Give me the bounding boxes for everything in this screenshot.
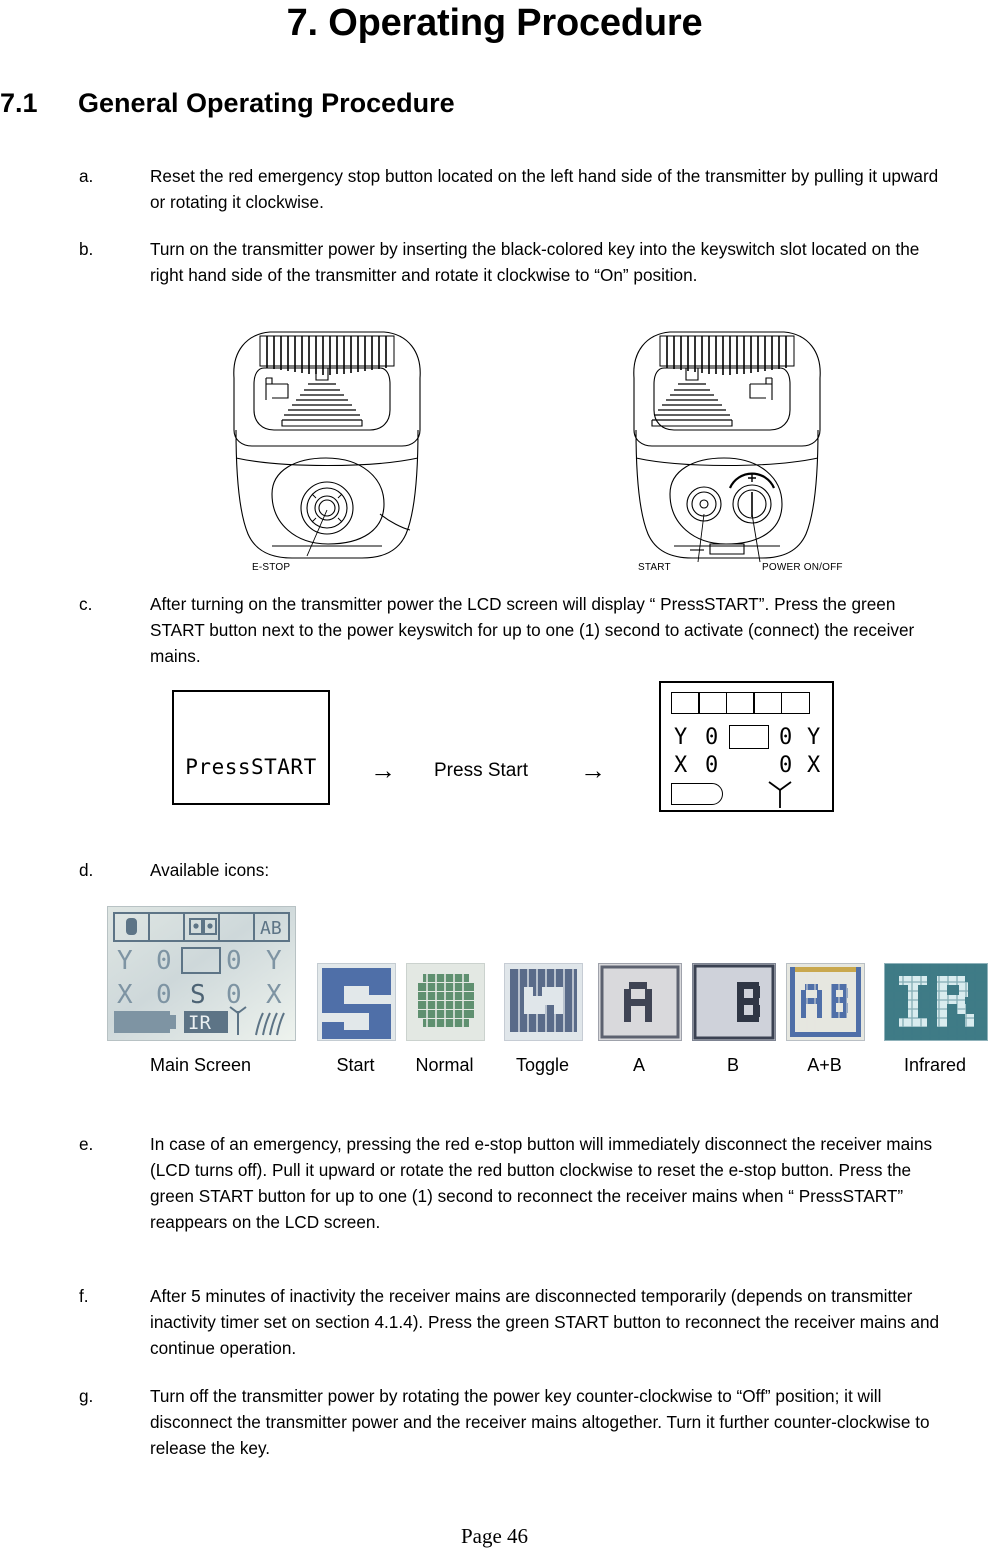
toggle-drawing: [505, 964, 582, 1040]
list-item-text: After 5 minutes of inactivity the receiv…: [150, 1286, 940, 1358]
icon-caption-start: Start: [336, 1055, 375, 1075]
flow-arrow-1: →: [370, 755, 396, 785]
lcd-status-cell: [780, 692, 810, 714]
lcd-status-cell: [753, 692, 783, 714]
list-item-letter: a.: [79, 166, 94, 186]
lcd-label-x-right: X: [807, 753, 821, 778]
lcd-label-y-right: Y: [807, 725, 821, 750]
lcd-main-screen-drawing: AB Y 0 0 Y X 0 S 0 X IR: [113, 912, 290, 1036]
label-e-stop: E-STOP: [252, 562, 291, 573]
ir-icon: [884, 963, 988, 1041]
list-item-letter: b.: [79, 239, 94, 259]
section-title: General Operating Procedure: [78, 88, 455, 118]
icon-caption-ab: A+B: [807, 1055, 842, 1075]
svg-text:AB: AB: [260, 918, 282, 939]
list-item-letter: f.: [79, 1286, 89, 1306]
start-s-icon: [317, 963, 396, 1041]
antenna-icon: [765, 781, 795, 814]
lcd-status-cell: [698, 692, 728, 714]
list-item-text: Reset the red emergency stop button loca…: [150, 166, 939, 212]
icon-caption-toggle: Toggle: [515, 1055, 570, 1075]
transmitter-right-view-figure: [612, 318, 842, 568]
transmitter-left-drawing: [233, 331, 421, 559]
page-footer: Page 46: [460, 1524, 529, 1548]
svg-text:Y: Y: [266, 946, 282, 976]
svg-text:S: S: [190, 980, 206, 1010]
icon-caption-normal: Normal: [415, 1055, 474, 1075]
ir-drawing: [885, 964, 987, 1040]
b-drawing: [693, 964, 775, 1040]
page-title: 7. Operating Procedure: [286, 2, 703, 44]
svg-text:0: 0: [156, 980, 172, 1010]
start-s-drawing: [318, 964, 395, 1040]
svg-text:IR: IR: [188, 1012, 211, 1034]
icon-caption-infrared: Infrared: [903, 1055, 967, 1075]
list-item-letter: d.: [79, 860, 94, 880]
list-item-text: Available icons:: [150, 860, 270, 880]
lcd-status-cell: [725, 692, 755, 714]
list-item-letter: e.: [79, 1134, 94, 1154]
svg-text:0: 0: [226, 980, 242, 1010]
normal-block-drawing: [407, 964, 484, 1040]
section-number: 7.1: [0, 88, 38, 118]
icon-caption-b: B: [726, 1055, 739, 1075]
lcd-label-x-left: X: [674, 753, 688, 778]
ab-drawing: [787, 964, 864, 1040]
svg-text:0: 0: [156, 946, 172, 976]
lcd-value-y-right: 0: [779, 725, 793, 750]
normal-block-icon: [406, 963, 485, 1041]
lcd-screen-press-start: PressSTART: [172, 690, 330, 805]
lcd-value-x-right: 0: [779, 753, 793, 778]
icon-caption-main-screen: Main Screen: [149, 1055, 252, 1075]
icon-caption-a: A: [632, 1055, 645, 1075]
list-item-text: Turn on the transmitter power by inserti…: [150, 239, 920, 285]
list-item-text: After turning on the transmitter power t…: [150, 594, 915, 666]
toggle-icon: [504, 963, 583, 1041]
svg-text:X: X: [117, 980, 133, 1010]
list-item-letter: c.: [79, 594, 93, 614]
a-drawing: [599, 964, 681, 1040]
lcd-value-x-left: 0: [705, 753, 719, 778]
label-start: START: [638, 562, 671, 573]
transmitter-left-view-figure: [212, 318, 442, 568]
lcd-status-cell-row: [671, 692, 810, 714]
lcd-value-y-left: 0: [705, 725, 719, 750]
ab-icon: [786, 963, 865, 1041]
lcd-main-screen-icon: AB Y 0 0 Y X 0 S 0 X IR: [107, 906, 296, 1041]
flow-arrow-2: →: [580, 755, 606, 785]
lcd-status-cell: [671, 692, 700, 714]
transmitter-right-drawing: [633, 331, 821, 563]
lcd-center-box: [729, 725, 769, 749]
lcd-screen-main-diagram: Y 0 0 Y X 0 0 X: [659, 681, 834, 812]
list-item-text: Turn off the transmitter power by rotati…: [150, 1386, 930, 1458]
a-icon: [598, 963, 682, 1041]
lcd-press-start-text: PressSTART: [185, 755, 317, 779]
svg-text:X: X: [266, 980, 282, 1010]
battery-icon: [671, 783, 723, 805]
svg-text:0: 0: [226, 946, 242, 976]
b-icon: [692, 963, 776, 1041]
lcd-label-y-left: Y: [674, 725, 688, 750]
label-power-on-off: POWER ON/OFF: [762, 562, 843, 573]
list-item-letter: g.: [79, 1386, 94, 1406]
svg-text:Y: Y: [117, 946, 133, 976]
flow-action-label: Press Start: [434, 760, 528, 781]
document-page: 7. Operating Procedure 7.1 General Opera…: [0, 0, 989, 1565]
list-item-text: In case of an emergency, pressing the re…: [150, 1134, 933, 1232]
